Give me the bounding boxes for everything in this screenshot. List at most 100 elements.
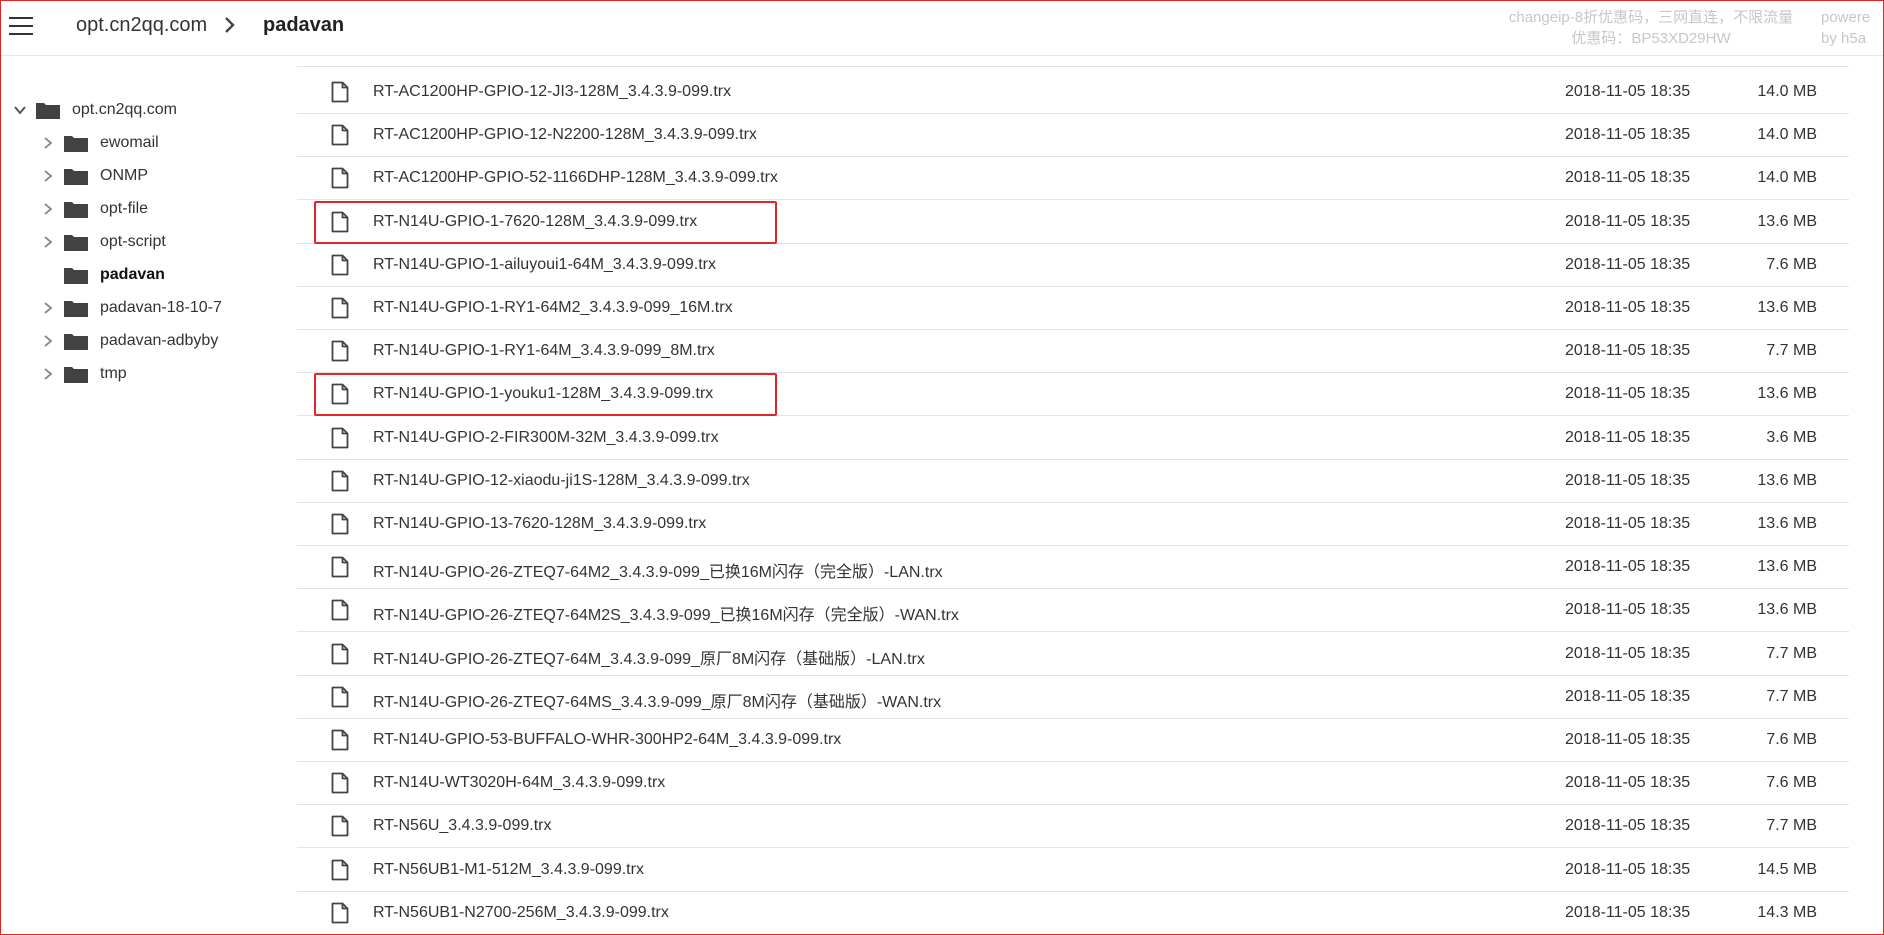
file-row[interactable]: RT-N14U-GPIO-12-xiaodu-ji1S-128M_3.4.3.9… — [297, 459, 1849, 503]
file-name[interactable]: RT-N14U-GPIO-1-RY1-64M2_3.4.3.9-099_16M.… — [373, 299, 733, 317]
folder-icon — [64, 268, 88, 284]
tree-item-folder[interactable]: opt-script — [42, 230, 166, 254]
file-date: 2018-11-05 18:35 — [1565, 644, 1691, 662]
file-size: 13.6 MB — [1757, 515, 1817, 532]
folder-icon — [64, 202, 88, 218]
tree-label-root: opt.cn2qq.com — [72, 101, 177, 118]
chevron-right-icon — [225, 17, 235, 33]
file-name[interactable]: RT-N14U-GPIO-2-FIR300M-32M_3.4.3.9-099.t… — [373, 429, 719, 447]
tree-item-root[interactable]: opt.cn2qq.com — [14, 98, 177, 122]
file-row[interactable]: RT-N14U-GPIO-13-7620-128M_3.4.3.9-099.tr… — [297, 502, 1849, 546]
chevron-right-icon[interactable] — [42, 236, 54, 248]
file-row[interactable]: RT-N14U-GPIO-26-ZTEQ7-64M_3.4.3.9-099_原厂… — [297, 632, 1849, 676]
file-row[interactable]: RT-N14U-GPIO-26-ZTEQ7-64MS_3.4.3.9-099_原… — [297, 675, 1849, 719]
file-size: 14.0 MB — [1757, 126, 1817, 144]
folder-icon — [36, 103, 60, 119]
tree-label: tmp — [100, 365, 127, 382]
chevron-right-icon[interactable] — [42, 170, 54, 182]
file-row[interactable]: RT-N56UB1-M1-512M_3.4.3.9-099.trx 2018-11… — [297, 848, 1849, 892]
file-row[interactable]: RT-N14U-GPIO-2-FIR300M-32M_3.4.3.9-099.t… — [297, 416, 1849, 460]
chevron-down-icon[interactable] — [14, 104, 26, 116]
file-icon — [331, 470, 349, 492]
top-header: opt.cn2qq.com padavan changeip-8折优惠码，三网直… — [1, 1, 1883, 56]
file-row[interactable]: RT-N14U-GPIO-1-youku1-128M_3.4.3.9-099.t… — [297, 372, 1849, 417]
file-name[interactable]: RT-N14U-GPIO-13-7620-128M_3.4.3.9-099.tr… — [373, 515, 706, 533]
file-date: 2018-11-05 18:35 — [1565, 299, 1691, 316]
file-name[interactable]: RT-N14U-GPIO-26-ZTEQ7-64M2_3.4.3.9-099_已… — [373, 558, 943, 582]
file-name[interactable]: RT-N56U_3.4.3.9-099.trx — [373, 817, 551, 835]
file-date: 2018-11-05 18:35 — [1565, 169, 1691, 187]
file-row[interactable]: RT-AC1200HP-GPIO-12-N2200-128M_3.4.3.9-0… — [297, 113, 1849, 158]
file-icon — [331, 599, 349, 621]
file-name[interactable]: RT-N14U-GPIO-12-xiaodu-ji1S-128M_3.4.3.9… — [373, 472, 750, 490]
file-row[interactable]: RT-N14U-WT3020H-64M_3.4.3.9-099.trx 2018-… — [297, 761, 1849, 806]
file-name[interactable]: RT-N14U-GPIO-26-ZTEQ7-64M_3.4.3.9-099_原厂… — [373, 645, 925, 669]
file-date: 2018-11-05 18:35 — [1565, 687, 1691, 705]
chevron-right-icon[interactable] — [42, 302, 54, 314]
file-row[interactable]: RT-N14U-GPIO-26-ZTEQ7-64M2_3.4.3.9-099_已… — [297, 545, 1849, 590]
file-name[interactable]: RT-N56UB1-M1-512M_3.4.3.9-099.trx — [373, 861, 644, 879]
tree-item-folder[interactable]: padavan-18-10-7 — [42, 296, 222, 320]
tree-label: padavan — [100, 266, 165, 283]
file-name[interactable]: RT-N14U-GPIO-1-RY1-64M_3.4.3.9-099_8M.tr… — [373, 342, 715, 360]
file-row[interactable]: RT-N14U-GPIO-1-RY1-64M2_3.4.3.9-099_16M.… — [297, 286, 1849, 330]
file-name[interactable]: RT-N14U-GPIO-1-youku1-128M_3.4.3.9-099.t… — [373, 385, 713, 403]
file-icon — [331, 124, 349, 146]
hamburger-menu-icon[interactable] — [9, 15, 35, 37]
file-row[interactable]: RT-AC1200HP-GPIO-12-JI3-128M_3.4.3.9-099… — [297, 70, 1849, 114]
tree-item-folder[interactable]: padavan — [42, 263, 165, 287]
file-row[interactable]: RT-N14U-GPIO-1-ailuyoui1-64M_3.4.3.9-099… — [297, 243, 1849, 287]
chevron-right-icon[interactable] — [42, 368, 54, 380]
file-size: 7.6 MB — [1766, 255, 1817, 273]
file-icon — [331, 427, 349, 448]
folder-icon — [64, 136, 88, 152]
file-size: 7.7 MB — [1766, 817, 1817, 835]
file-row[interactable]: RT-AC1200HP-GPIO-52-1166DHP-128M_3.4.3.9… — [297, 156, 1849, 201]
folder-icon — [64, 334, 88, 350]
file-icon — [331, 167, 349, 189]
chevron-right-icon[interactable] — [42, 335, 54, 347]
chevron-right-icon[interactable] — [42, 203, 54, 215]
file-name[interactable]: RT-AC1200HP-GPIO-52-1166DHP-128M_3.4.3.9… — [373, 169, 778, 187]
file-list: RT-AC1200HP-GPIO-12-JI3-128M_3.4.3.9-099… — [297, 56, 1849, 934]
file-size: 13.6 MB — [1757, 601, 1817, 619]
file-row[interactable]: RT-N56U_3.4.3.9-099.trx 2018-11-05 18:35 7… — [297, 804, 1849, 849]
tree-item-folder[interactable]: padavan-adbyby — [42, 329, 218, 353]
file-name[interactable]: RT-N14U-GPIO-26-ZTEQ7-64MS_3.4.3.9-099_原… — [373, 688, 941, 712]
file-name[interactable]: RT-N14U-GPIO-53-BUFFALO-WHR-300HP2-64M_3… — [373, 731, 841, 749]
file-date: 2018-11-05 18:35 — [1565, 731, 1691, 748]
file-row[interactable]: RT-N14U-GPIO-53-BUFFALO-WHR-300HP2-64M_3… — [297, 718, 1849, 762]
file-icon — [331, 902, 349, 924]
file-date: 2018-11-05 18:35 — [1565, 126, 1691, 144]
file-row[interactable]: RT-N14U-GPIO-1-RY1-64M_3.4.3.9-099_8M.tr… — [297, 329, 1849, 374]
file-name[interactable]: RT-N14U-GPIO-26-ZTEQ7-64M2S_3.4.3.9-099_… — [373, 601, 959, 625]
file-name[interactable]: RT-N14U-GPIO-1-ailuyoui1-64M_3.4.3.9-099… — [373, 256, 716, 274]
tree-item-folder[interactable]: ONMP — [42, 164, 148, 188]
chevron-right-icon[interactable] — [42, 137, 54, 149]
file-name[interactable]: RT-AC1200HP-GPIO-12-N2200-128M_3.4.3.9-0… — [373, 126, 757, 144]
tree-item-folder[interactable]: tmp — [42, 362, 127, 386]
powered-by-text: powere by h5a — [1821, 7, 1884, 49]
breadcrumb-root[interactable]: opt.cn2qq.com — [76, 14, 207, 37]
file-row[interactable]: RT-N14U-GPIO-26-ZTEQ7-64M2S_3.4.3.9-099_… — [297, 588, 1849, 633]
file-row[interactable]: RT-N14U-GPIO-1-7620-128M_3.4.3.9-099.trx… — [297, 200, 1849, 244]
file-name[interactable]: RT-N14U-GPIO-1-7620-128M_3.4.3.9-099.trx — [373, 213, 697, 231]
file-name[interactable]: RT-AC1200HP-GPIO-12-JI3-128M_3.4.3.9-099… — [373, 83, 731, 101]
file-row[interactable]: RT-N56UB1-N2700-256M_3.4.3.9-099.trx 2018… — [297, 891, 1849, 934]
folder-icon — [64, 235, 88, 251]
folder-tree: opt.cn2qq.com ewomail ONMP opt-file opt-scr… — [0, 56, 290, 926]
tree-item-folder[interactable]: opt-file — [42, 197, 148, 221]
file-date: 2018-11-05 18:35 — [1565, 212, 1691, 230]
file-icon — [331, 513, 349, 535]
tree-item-folder[interactable]: ewomail — [42, 131, 159, 155]
file-name[interactable]: RT-N56UB1-N2700-256M_3.4.3.9-099.trx — [373, 904, 669, 922]
file-date: 2018-11-05 18:35 — [1565, 428, 1691, 446]
file-name[interactable]: RT-N14U-WT3020H-64M_3.4.3.9-099.trx — [373, 774, 665, 792]
powered-line-1: powere — [1821, 9, 1871, 26]
file-date: 2018-11-05 18:35 — [1565, 342, 1691, 360]
file-date: 2018-11-05 18:35 — [1565, 558, 1691, 576]
file-size: 14.0 MB — [1757, 169, 1817, 187]
file-size: 7.7 MB — [1766, 687, 1817, 705]
file-date: 2018-11-05 18:35 — [1565, 515, 1691, 532]
promo-text[interactable]: changeip-8折优惠码，三网直连，不限流量 优惠码：BP53XD29HW — [1491, 7, 1811, 49]
